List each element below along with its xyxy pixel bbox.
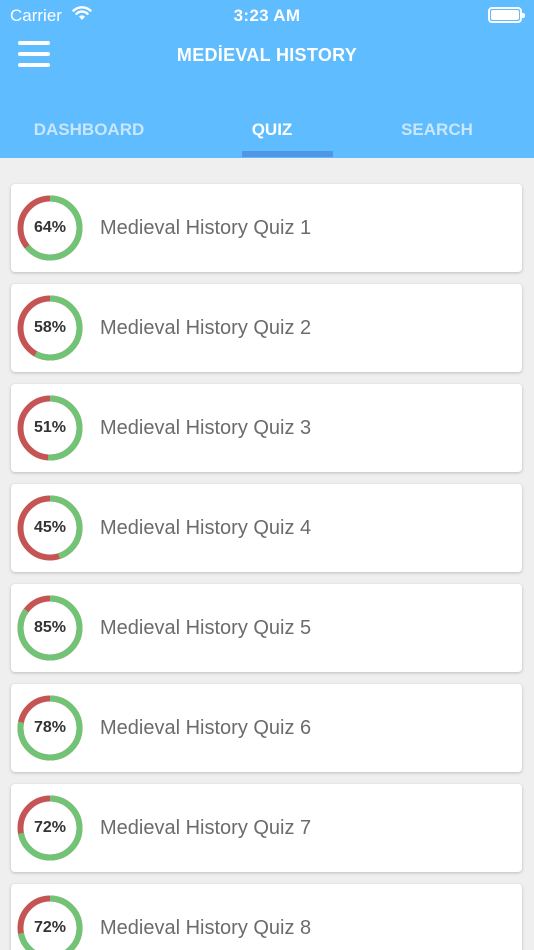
quiz-title: Medieval History Quiz 8 <box>100 917 312 939</box>
app-header: Carrier 3:23 AM MEDİEVAL HISTORY DASHBOA… <box>0 0 534 158</box>
tab-dashboard[interactable]: DASHBOARD <box>0 108 178 158</box>
quiz-card[interactable]: 45% Medieval History Quiz 4 <box>11 484 522 572</box>
quiz-card[interactable]: 58% Medieval History Quiz 2 <box>11 284 522 372</box>
score-percent: 64% <box>33 219 67 236</box>
quiz-title: Medieval History Quiz 3 <box>100 417 312 439</box>
score-percent: 78% <box>33 719 67 736</box>
quiz-card[interactable]: 72% Medieval History Quiz 7 <box>11 784 522 872</box>
tab-search[interactable]: SEARCH <box>340 108 534 158</box>
quiz-card[interactable]: 51% Medieval History Quiz 3 <box>11 384 522 472</box>
quiz-title: Medieval History Quiz 4 <box>100 517 312 539</box>
score-percent: 58% <box>33 319 67 336</box>
clock: 3:23 AM <box>233 6 301 25</box>
score-percent: 72% <box>33 919 67 936</box>
score-percent: 72% <box>33 819 67 836</box>
quiz-title: Medieval History Quiz 5 <box>100 617 312 639</box>
quiz-card[interactable]: 72% Medieval History Quiz 8 <box>11 884 522 950</box>
score-percent: 85% <box>33 619 67 636</box>
quiz-card[interactable]: 64% Medieval History Quiz 1 <box>11 184 522 272</box>
score-percent: 51% <box>33 419 67 436</box>
score-percent: 45% <box>33 519 67 536</box>
page-title: MEDİEVAL HISTORY <box>176 45 358 65</box>
quiz-card[interactable]: 78% Medieval History Quiz 6 <box>11 684 522 772</box>
battery-icon <box>488 7 525 23</box>
quiz-title: Medieval History Quiz 1 <box>100 217 312 239</box>
quiz-title: Medieval History Quiz 7 <box>100 817 312 839</box>
quiz-title: Medieval History Quiz 6 <box>100 717 312 739</box>
tab-indicator <box>242 151 333 157</box>
quiz-title: Medieval History Quiz 2 <box>100 317 312 339</box>
quiz-card[interactable]: 85% Medieval History Quiz 5 <box>11 584 522 672</box>
status-bar: Carrier 3:23 AM <box>0 0 534 30</box>
